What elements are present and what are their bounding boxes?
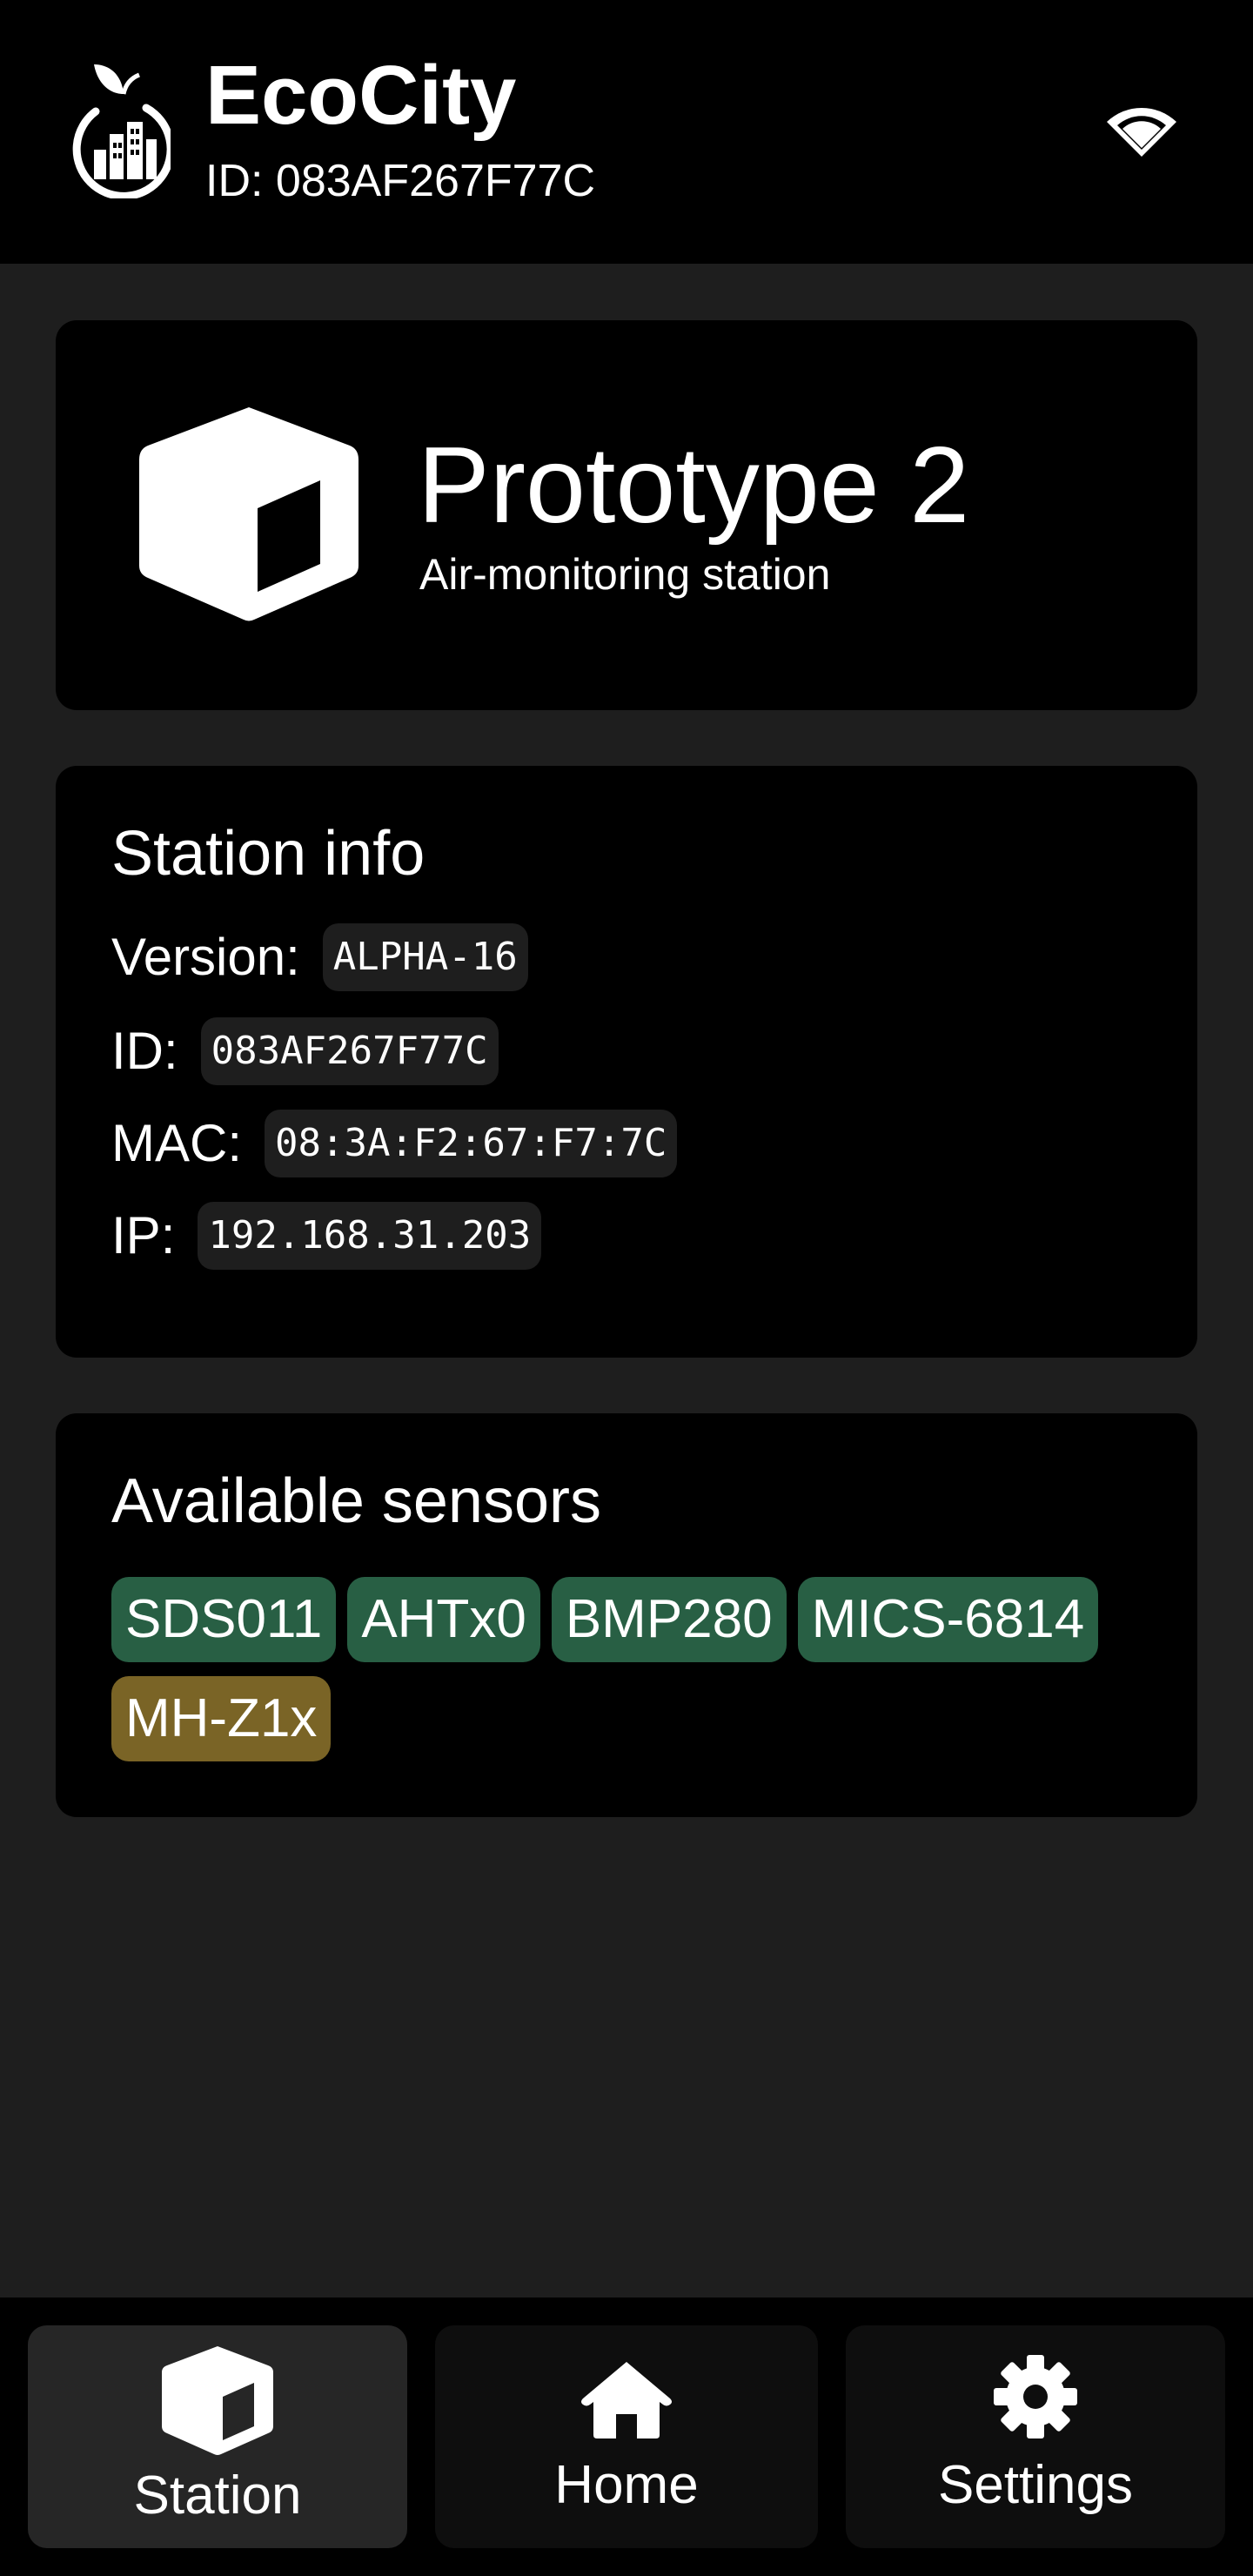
- sensor-tag: MICS-6814: [797, 1577, 1099, 1662]
- id-label: ID:: [111, 1022, 178, 1080]
- sensor-tag: SDS011: [111, 1577, 337, 1662]
- sensors-card: Available sensors SDS011 AHTx0 BMP280 MICS-…: [56, 1413, 1197, 1817]
- info-row-ip: IP: 192.168.31.203: [111, 1201, 542, 1271]
- sensor-tag-list: SDS011 AHTx0 BMP280 MICS-6814 MH-Z1x: [111, 1577, 1156, 1775]
- gear-icon: [994, 2355, 1077, 2438]
- app-title: EcoCity: [205, 49, 517, 142]
- nav-home-button[interactable]: Home: [435, 2325, 818, 2548]
- sensor-tag: BMP280: [551, 1577, 787, 1662]
- nav-settings-button[interactable]: Settings: [846, 2325, 1225, 2548]
- device-subtitle: Air-monitoring station: [419, 550, 831, 599]
- mac-label: MAC:: [111, 1114, 242, 1172]
- wifi-icon[interactable]: [1105, 106, 1178, 158]
- cube-icon: [162, 2346, 273, 2455]
- station-info-title: Station info: [111, 819, 425, 889]
- home-icon: [581, 2362, 672, 2438]
- station-info-card: Station info Version: ALPHA-16 ID: 083AF…: [56, 766, 1197, 1358]
- sensor-tag: AHTx0: [347, 1577, 540, 1662]
- city-leaf-logo: [72, 64, 171, 198]
- sensor-tag: MH-Z1x: [111, 1676, 332, 1761]
- ip-value: 192.168.31.203: [198, 1202, 542, 1270]
- device-title: Prototype 2: [418, 426, 970, 546]
- id-value: 083AF267F77C: [200, 1017, 499, 1085]
- nav-station-label: Station: [133, 2465, 302, 2526]
- device-card: Prototype 2 Air-monitoring station: [56, 320, 1197, 710]
- sensors-title: Available sensors: [111, 1466, 601, 1536]
- mac-value: 08:3A:F2:67:F7:7C: [265, 1110, 678, 1177]
- version-label: Version:: [111, 928, 300, 986]
- app-header: EcoCity ID: 083AF267F77C: [0, 0, 1253, 264]
- nav-home-label: Home: [554, 2455, 699, 2515]
- nav-settings-label: Settings: [937, 2455, 1134, 2515]
- header-device-id: ID: 083AF267F77C: [205, 156, 596, 206]
- ip-label: IP:: [111, 1206, 176, 1265]
- nav-station-button[interactable]: Station: [28, 2325, 407, 2548]
- info-row-mac: MAC: 08:3A:F2:67:F7:7C: [111, 1109, 678, 1178]
- cube-icon: [139, 407, 358, 621]
- version-value: ALPHA-16: [322, 923, 528, 991]
- bottom-nav: Station Home Settings: [0, 2298, 1253, 2576]
- info-row-id: ID: 083AF267F77C: [111, 1016, 499, 1086]
- info-row-version: Version: ALPHA-16: [111, 922, 528, 992]
